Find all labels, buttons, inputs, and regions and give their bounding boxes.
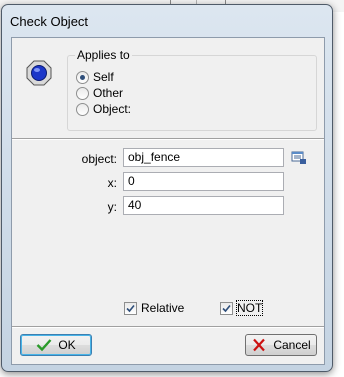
cancel-button[interactable]: Cancel: [245, 334, 317, 356]
action-object-icon: [26, 60, 52, 86]
ok-label: OK: [58, 338, 76, 352]
y-field-label: y:: [107, 200, 117, 214]
check-object-dialog: Check Object Applies to Self Other Objec…: [1, 4, 333, 372]
radio-label-self: Self: [93, 70, 114, 84]
not-label: NOT: [235, 300, 264, 316]
relative-label: Relative: [141, 301, 185, 315]
divider: [12, 138, 324, 140]
ok-button[interactable]: OK: [20, 334, 92, 356]
cancel-x-icon: [251, 338, 267, 352]
radio-button[interactable]: [76, 70, 89, 84]
object-field[interactable]: obj_fence: [123, 148, 284, 167]
x-field-label: x:: [107, 176, 117, 190]
x-field[interactable]: 0: [123, 172, 284, 191]
divider: [12, 326, 324, 328]
applies-to-legend: Applies to: [75, 48, 132, 62]
ok-check-icon: [36, 338, 52, 352]
applies-to-other-radio[interactable]: Other: [76, 86, 123, 100]
radio-button[interactable]: [76, 86, 89, 100]
cancel-label: Cancel: [273, 338, 311, 352]
object-field-label: object:: [81, 152, 117, 166]
checkbox[interactable]: [220, 301, 233, 315]
radio-label-object: Object:: [93, 102, 132, 116]
y-field[interactable]: 40: [123, 196, 284, 215]
checkbox[interactable]: [124, 301, 137, 315]
dialog-client-area: Applies to Self Other Object: object: ob…: [11, 37, 325, 365]
object-menu-icon[interactable]: [291, 151, 307, 165]
dialog-title: Check Object: [10, 14, 89, 29]
relative-checkbox[interactable]: Relative: [124, 301, 184, 315]
radio-label-other: Other: [93, 86, 124, 100]
radio-button[interactable]: [76, 102, 89, 116]
not-checkbox[interactable]: NOT: [220, 300, 264, 316]
applies-to-group: Applies to Self Other Object:: [67, 48, 317, 131]
applies-to-self-radio[interactable]: Self: [76, 70, 114, 84]
applies-to-object-radio[interactable]: Object:: [76, 102, 131, 116]
